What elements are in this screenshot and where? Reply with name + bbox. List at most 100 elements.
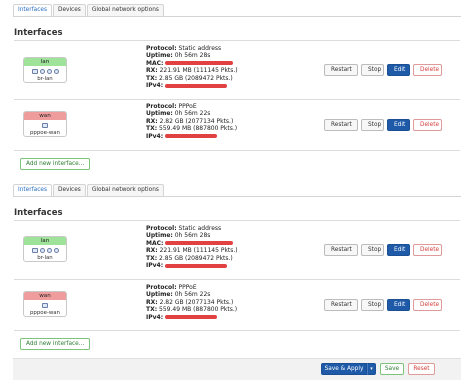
interface-name: lan: [24, 58, 66, 66]
interface-badge-lan: lan br-lan: [23, 57, 67, 83]
ipv4-redaction: [165, 315, 218, 320]
add-interface-button[interactable]: Add new interface...: [20, 338, 91, 350]
interface-name: wan: [24, 112, 66, 120]
protocol-label: Protocol:: [146, 284, 177, 291]
row-divider: [14, 330, 460, 331]
mac-redaction: [165, 241, 234, 246]
tab-interfaces[interactable]: Interfaces: [13, 184, 52, 196]
wifi-icon: [46, 248, 52, 253]
tx-label: TX:: [146, 306, 158, 314]
tx-value: 2.85 GB (2089472 Pkts.): [159, 74, 233, 82]
reset-button[interactable]: Reset: [408, 363, 435, 375]
restart-button[interactable]: Restart: [324, 64, 358, 76]
tab-global-network-options[interactable]: Global network options: [86, 184, 164, 196]
save-apply-button[interactable]: Save & Apply: [321, 363, 367, 375]
restart-button[interactable]: Restart: [324, 299, 358, 311]
tab-global-network-options[interactable]: Global network options: [86, 4, 164, 16]
delete-button[interactable]: Delete: [413, 119, 442, 131]
interface-info-lan: Protocol: Static address Uptime: 0h 56m …: [146, 225, 238, 269]
restart-button[interactable]: Restart: [324, 119, 358, 131]
interface-badge-wan: wan pppoe-wan: [23, 291, 67, 317]
uptime-label: Uptime:: [146, 52, 173, 60]
protocol-label: Protocol:: [146, 45, 177, 52]
rx-label: RX:: [146, 298, 158, 306]
delete-button[interactable]: Delete: [413, 64, 442, 76]
rx-value: 2.82 GB (2077134 Pkts.): [159, 298, 234, 306]
interface-info-lan: Protocol: Static address Uptime: 0h 56m …: [146, 45, 238, 89]
interface-actions-wan: Restart Stop Edit Delete: [324, 119, 442, 131]
uptime-label: Uptime:: [146, 232, 173, 240]
save-button[interactable]: Save: [380, 363, 404, 375]
rx-value: 221.91 MB (111145 Pkts.): [159, 247, 238, 255]
ipv4-redaction: [165, 83, 228, 88]
page-title: Interfaces: [14, 28, 63, 38]
tx-value: 559.49 MB (887800 Pkts.): [159, 306, 238, 314]
tab-bar: Interfaces Devices Global network option…: [13, 4, 165, 16]
interface-badge-wan: wan pppoe-wan: [23, 111, 67, 137]
stop-button[interactable]: Stop: [361, 64, 384, 76]
device-name: pppoe-wan: [30, 130, 60, 136]
tx-value: 2.85 GB (2089472 Pkts.): [159, 254, 233, 262]
protocol-label: Protocol:: [146, 225, 177, 232]
rx-label: RX:: [146, 67, 158, 75]
rx-value: 2.82 GB (2077134 Pkts.): [159, 117, 234, 125]
ethernet-icon: [39, 248, 45, 253]
tx-label: TX:: [146, 125, 158, 133]
delete-button[interactable]: Delete: [413, 299, 442, 311]
rx-label: RX:: [146, 117, 158, 125]
delete-button[interactable]: Delete: [413, 244, 442, 256]
save-apply-dropdown-icon[interactable]: ▾: [367, 363, 376, 375]
mac-label: MAC:: [146, 59, 164, 67]
tab-devices[interactable]: Devices: [52, 4, 86, 16]
uptime-label: Uptime:: [146, 110, 173, 118]
ipv4-label: IPv4:: [146, 262, 164, 270]
add-interface-button[interactable]: Add new interface...: [20, 158, 91, 170]
edit-button[interactable]: Edit: [387, 119, 410, 131]
device-icons: [24, 121, 66, 130]
device-icons: [24, 67, 66, 76]
ppp-icon: [42, 303, 48, 308]
mac-redaction: [165, 61, 234, 66]
tx-label: TX:: [146, 254, 158, 262]
restart-button[interactable]: Restart: [324, 244, 358, 256]
ethernet-icon: [39, 69, 45, 74]
device-name: pppoe-wan: [30, 310, 60, 316]
device-name: br-lan: [37, 76, 53, 82]
protocol-label: Protocol:: [146, 103, 177, 110]
mac-label: MAC:: [146, 239, 164, 247]
ipv4-label: IPv4:: [146, 313, 164, 321]
row-divider: [14, 150, 460, 151]
device-icons: [24, 301, 66, 310]
ipv4-redaction: [165, 263, 228, 268]
tab-devices[interactable]: Devices: [52, 184, 86, 196]
edit-button[interactable]: Edit: [387, 64, 410, 76]
wifi-icon: [46, 69, 52, 74]
interface-info-wan: Protocol: PPPoE Uptime: 0h 56m 22s RX: 2…: [146, 103, 237, 140]
protocol-value: Static address: [178, 225, 222, 232]
row-divider: [14, 40, 460, 41]
ppp-icon: [42, 123, 48, 128]
ipv4-label: IPv4:: [146, 82, 164, 90]
tab-divider: [13, 196, 461, 197]
stop-button[interactable]: Stop: [361, 119, 384, 131]
tab-divider: [13, 16, 461, 17]
uptime-label: Uptime:: [146, 291, 173, 299]
interface-actions-lan: Restart Stop Edit Delete: [324, 244, 442, 256]
device-icons: [24, 246, 66, 255]
uptime-value: 0h 56m 28s: [174, 232, 211, 240]
edit-button[interactable]: Edit: [387, 299, 410, 311]
row-divider: [14, 279, 460, 280]
stop-button[interactable]: Stop: [361, 299, 384, 311]
stop-button[interactable]: Stop: [361, 244, 384, 256]
row-divider: [14, 220, 460, 221]
tab-interfaces[interactable]: Interfaces: [13, 4, 52, 16]
ipv4-redaction: [165, 134, 218, 139]
uptime-value: 0h 56m 22s: [174, 110, 211, 118]
rx-label: RX:: [146, 247, 158, 255]
bridge-icon: [31, 69, 38, 74]
edit-button[interactable]: Edit: [387, 244, 410, 256]
uptime-value: 0h 56m 22s: [174, 291, 211, 299]
bridge-icon: [31, 248, 38, 253]
tab-bar: Interfaces Devices Global network option…: [13, 184, 165, 196]
tx-label: TX:: [146, 74, 158, 82]
